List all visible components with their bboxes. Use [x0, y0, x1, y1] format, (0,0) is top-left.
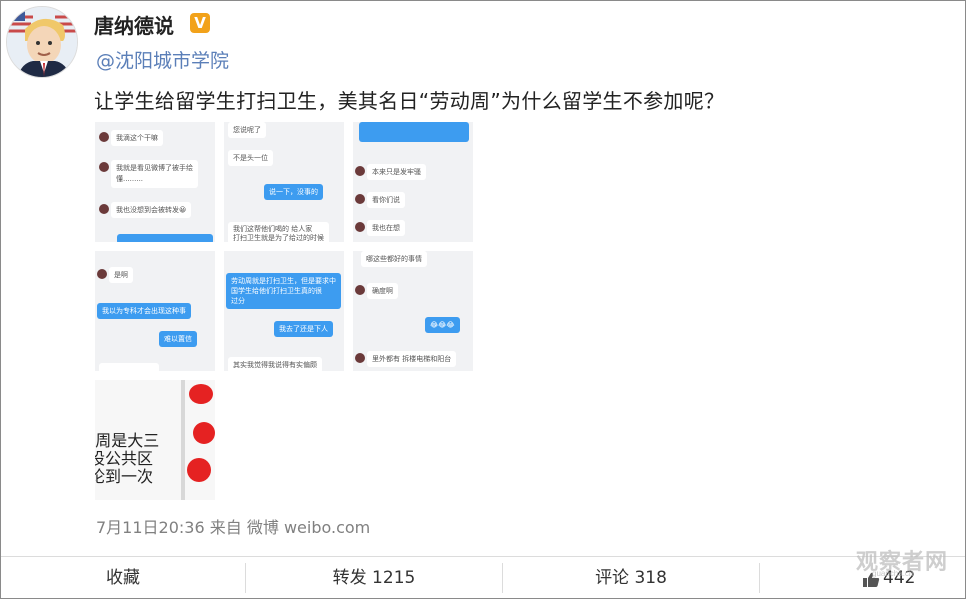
- chat-bubble: 劳动周就是打扫卫生，但是要求中 国学生给他们打扫卫生真的很 过分: [226, 273, 341, 309]
- red-redaction-mark: [189, 384, 213, 404]
- photo-text-line: 设公共区: [95, 449, 154, 468]
- image-thumbnail-3[interactable]: 本来只是发牢骚 看你们说 我也在想: [353, 122, 473, 242]
- divider: [759, 563, 760, 593]
- red-redaction-mark: [193, 422, 215, 444]
- chat-bubble: 说一下，没事的: [264, 184, 323, 200]
- chat-avatar-icon: [97, 269, 107, 279]
- chat-bubble: 难以置信: [159, 331, 197, 347]
- collect-button[interactable]: 收藏: [1, 557, 245, 599]
- chat-bubble: [359, 122, 469, 142]
- repost-button[interactable]: 转发 1215: [246, 557, 502, 599]
- post-meta: 7月11日20:36 来自 微博 weibo.com: [96, 514, 370, 538]
- chat-avatar-icon: [355, 285, 365, 295]
- image-thumbnail-6[interactable]: 哪这些都好的事情 确度啊 😂😂😂 里外都有 拆楼电梯和阳台: [353, 251, 473, 371]
- image-thumbnail-4[interactable]: 是啊 我以为专科才会出现这种事 难以置信: [95, 251, 215, 371]
- action-bar: 收藏 转发 1215 评论 318 442: [1, 556, 965, 598]
- chat-bubble: [117, 234, 213, 242]
- image-thumbnail-2[interactable]: 您说呢了 不是头一位 说一下，没事的 我们这帮他们喝的 给人家 打扫卫生就是为了给…: [224, 122, 344, 242]
- chat-avatar-icon: [99, 132, 109, 142]
- chat-bubble: 本来只是发牢骚: [367, 164, 426, 180]
- image-thumbnail-7[interactable]: ]周是大三 设公共区 论到一次: [95, 380, 215, 500]
- chat-avatar-icon: [99, 204, 109, 214]
- post-text: 让学生给留学生打扫卫生，美其名日“劳动周”为什么留学生不参加呢？: [94, 89, 725, 113]
- chat-bubble: 其实我觉得我说得有实偏颇: [228, 357, 322, 371]
- chat-bubble: 不是头一位: [228, 150, 273, 166]
- chat-bubble: 您说呢了: [228, 122, 266, 138]
- watermark-url: guancha.cn: [872, 569, 914, 578]
- divider: [181, 380, 185, 500]
- author-avatar[interactable]: [6, 6, 78, 78]
- author-name[interactable]: 唐纳德说: [94, 10, 174, 39]
- avatar-image: [7, 7, 77, 77]
- image-thumbnail-1[interactable]: 我滴这个干嘛 我就是看见微博了被手绘 懂......... 我也没想到会被转发😀: [95, 122, 215, 242]
- verified-badge-icon: V: [190, 13, 210, 33]
- chat-avatar-icon: [99, 162, 109, 172]
- chat-bubble: 里外都有 拆楼电梯和阳台: [367, 351, 457, 367]
- chat-bubble: 看你们说: [367, 192, 405, 208]
- via-label: 来自: [209, 518, 242, 537]
- chat-avatar-icon: [355, 194, 365, 204]
- mention-link[interactable]: @沈阳城市学院: [96, 46, 229, 73]
- photo-text-line: 论到一次: [95, 467, 154, 486]
- chat-bubble: 哪这些都好的事情: [361, 251, 427, 267]
- chat-bubble: 我去了还是下人: [274, 321, 333, 337]
- chat-bubble: 我以为专科才会出现这种事: [97, 303, 191, 319]
- chat-bubble: 我也在想: [367, 220, 405, 236]
- chat-bubble: 我滴这个干嘛: [111, 130, 163, 146]
- chat-bubble: 我就是看见微博了被手绘 懂.........: [111, 160, 198, 188]
- post-date[interactable]: 7月11日20:36: [96, 518, 205, 537]
- chat-avatar-icon: [355, 353, 365, 363]
- source-link[interactable]: 微博 weibo.com: [247, 518, 370, 537]
- chat-bubble: 我也没想到会被转发😀: [111, 202, 192, 218]
- comment-button[interactable]: 评论 318: [503, 557, 759, 599]
- chat-avatar-icon: [355, 222, 365, 232]
- chat-bubble: [99, 363, 159, 371]
- red-redaction-mark: [187, 458, 211, 482]
- chat-avatar-icon: [355, 166, 365, 176]
- photo-text-line: ]周是大三: [95, 431, 160, 450]
- chat-bubble: 😂😂😂: [425, 317, 460, 333]
- chat-bubble: 确度啊: [367, 283, 398, 299]
- chat-bubble: 我们这帮他们喝的 给人家 打扫卫生就是为了给过的时候: [228, 222, 329, 242]
- image-thumbnail-5[interactable]: 劳动周就是打扫卫生，但是要求中 国学生给他们打扫卫生真的很 过分 我去了还是下人 其…: [224, 251, 344, 371]
- chat-bubble: 是啊: [109, 267, 133, 283]
